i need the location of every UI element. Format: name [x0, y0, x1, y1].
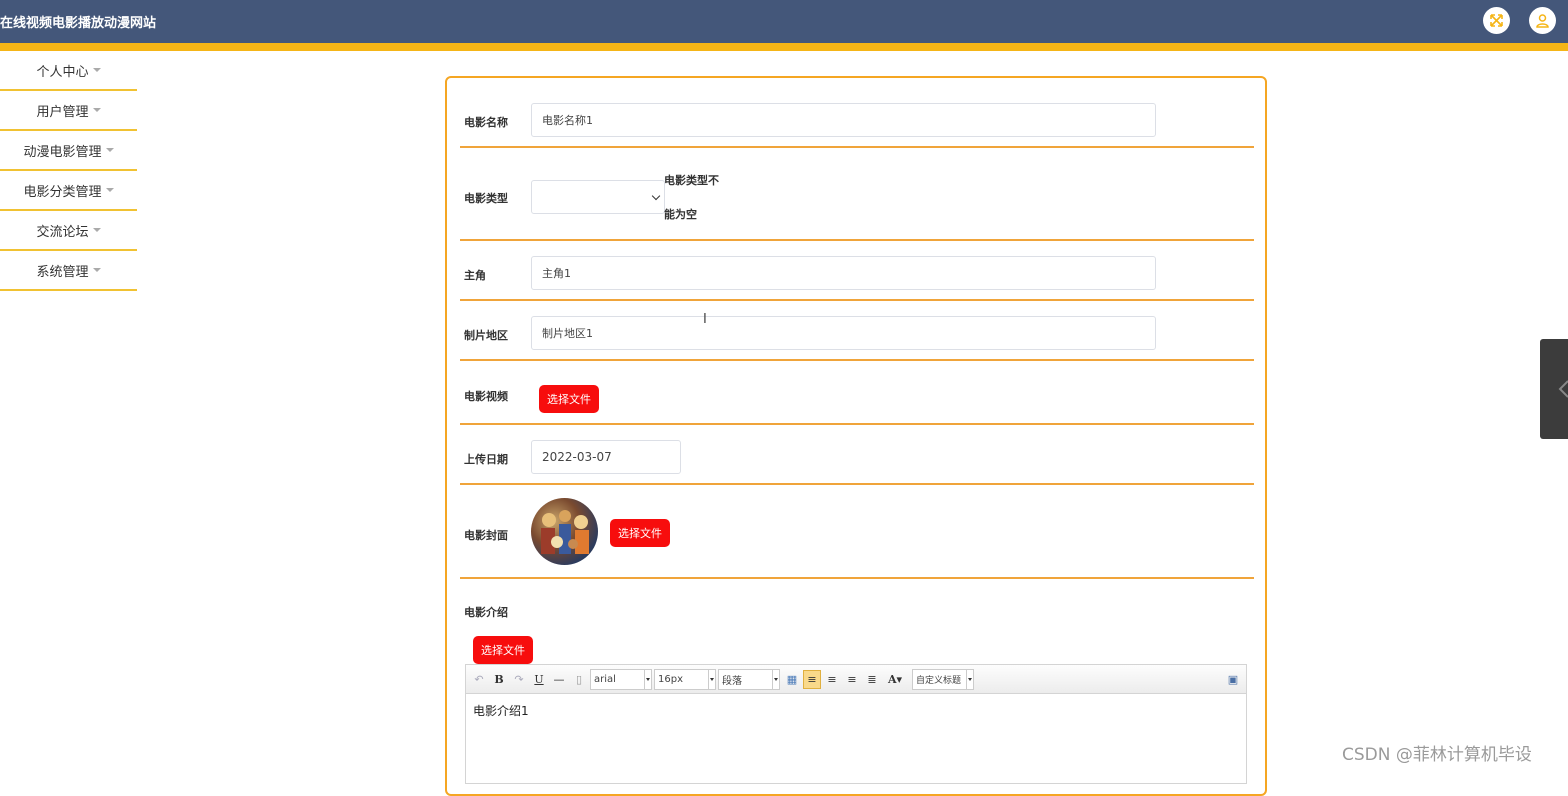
form-row-actor: 主角 主角1 — [460, 241, 1254, 301]
cover-image — [531, 498, 598, 565]
form-row-type: 电影类型 电影类型不能为空 — [460, 148, 1254, 241]
movie-name-input[interactable]: 电影名称1 — [531, 103, 1156, 137]
video-label: 电影视频 — [464, 390, 508, 403]
sidebar-item-label: 系统管理 — [36, 264, 89, 280]
paragraph-value: 段落 — [722, 676, 742, 687]
intro-upload-button[interactable]: 选择文件 — [473, 636, 533, 664]
accent-strip — [0, 43, 1568, 51]
form-row-video: 电影视频 选择文件 — [460, 361, 1254, 425]
sidebar-item-label: 交流论坛 — [36, 224, 89, 240]
font-size-select[interactable]: 16px — [654, 669, 716, 690]
sidebar-item-user-management[interactable]: 用户管理 — [0, 91, 137, 131]
font-color-icon[interactable]: A▾ — [884, 670, 906, 689]
cover-label: 电影封面 — [464, 529, 508, 542]
align-justify-icon[interactable]: ≣ — [864, 670, 880, 689]
actor-input[interactable]: 主角1 — [531, 256, 1156, 290]
caret-down-icon — [105, 148, 114, 152]
editor-content[interactable]: 电影介绍1 — [466, 694, 1246, 727]
undo-icon[interactable]: ↶ — [472, 670, 486, 689]
actor-label: 主角 — [464, 269, 486, 282]
redo-icon[interactable]: ↷ — [512, 670, 526, 689]
app-title: 在线视频电影播放动漫网站 — [0, 16, 157, 31]
underline-icon[interactable]: U — [532, 670, 546, 689]
align-left-icon[interactable]: ≡ — [803, 670, 821, 689]
rich-text-editor: ↶ B ↷ U — ▯ arial 16px 段落 ▦ ≡ ≡ ≡ ≣ A▾ 自… — [465, 664, 1247, 784]
cover-upload-button[interactable]: 选择文件 — [610, 519, 670, 547]
form-row-date: 上传日期 2022-03-07 — [460, 425, 1254, 485]
sidebar-item-forum[interactable]: 交流论坛 — [0, 211, 137, 251]
sidebar-item-personal-center[interactable]: 个人中心 — [0, 51, 137, 91]
caret-down-icon — [92, 228, 101, 232]
region-input[interactable]: 制片地区1 — [531, 316, 1156, 350]
movie-type-select[interactable] — [531, 180, 665, 214]
movie-name-label: 电影名称 — [464, 116, 508, 129]
paragraph-select[interactable]: 段落 — [718, 669, 780, 690]
sidebar-item-movie-category-management[interactable]: 电影分类管理 — [0, 171, 137, 211]
caret-down-icon — [105, 188, 114, 192]
bold-icon[interactable]: B — [492, 670, 506, 689]
paste-icon[interactable]: ▯ — [572, 670, 586, 689]
intro-label: 电影介绍 — [464, 606, 508, 619]
date-label: 上传日期 — [464, 453, 508, 466]
caret-down-icon — [92, 108, 101, 112]
chevron-down-icon — [651, 191, 661, 201]
sidebar-item-anime-movie-management[interactable]: 动漫电影管理 — [0, 131, 137, 171]
source-code-icon[interactable]: ▣ — [1226, 670, 1240, 689]
text-cursor-icon: I — [703, 312, 707, 327]
font-size-value: 16px — [658, 674, 683, 685]
fullscreen-icon[interactable] — [1483, 7, 1510, 34]
sidebar: 个人中心 用户管理 动漫电影管理 电影分类管理 交流论坛 系统管理 — [0, 51, 137, 291]
editor-toolbar: ↶ B ↷ U — ▯ arial 16px 段落 ▦ ≡ ≡ ≡ ≣ A▾ 自… — [466, 665, 1246, 694]
form-row-cover: 电影封面 选择文件 — [460, 485, 1254, 579]
sidebar-item-label: 电影分类管理 — [23, 184, 102, 200]
region-label: 制片地区 — [464, 329, 508, 342]
movie-type-error: 电影类型不能为空 — [664, 174, 719, 221]
form-row-region: 制片地区 制片地区1 — [460, 301, 1254, 361]
sidebar-item-label: 用户管理 — [36, 104, 89, 120]
side-panel-toggle[interactable] — [1540, 339, 1568, 439]
font-family-value: arial — [594, 674, 616, 685]
caret-down-icon — [92, 68, 101, 72]
sidebar-item-system-management[interactable]: 系统管理 — [0, 251, 137, 291]
custom-title-select[interactable]: 自定义标题 — [912, 669, 974, 690]
form-row-name: 电影名称 电影名称1 — [460, 78, 1254, 148]
sidebar-item-label: 个人中心 — [36, 64, 89, 80]
video-upload-button[interactable]: 选择文件 — [539, 385, 599, 413]
user-icon[interactable] — [1529, 7, 1556, 34]
align-right-icon[interactable]: ≡ — [824, 670, 840, 689]
custom-title-value: 自定义标题 — [916, 676, 962, 686]
font-family-select[interactable]: arial — [590, 669, 652, 690]
date-input[interactable]: 2022-03-07 — [531, 440, 681, 474]
horizontal-rule-icon[interactable]: — — [552, 670, 566, 689]
sidebar-item-label: 动漫电影管理 — [23, 144, 102, 160]
top-bar: 在线视频电影播放动漫网站 — [0, 0, 1568, 43]
table-icon[interactable]: ▦ — [784, 670, 800, 689]
movie-type-label: 电影类型 — [464, 192, 508, 205]
movie-form-panel: 电影名称 电影名称1 电影类型 电影类型不能为空 主角 主角1 制片地区 制片地… — [445, 76, 1267, 796]
caret-down-icon — [92, 268, 101, 272]
watermark: CSDN @菲林计算机毕设 — [1342, 745, 1532, 765]
align-center-icon[interactable]: ≡ — [844, 670, 860, 689]
